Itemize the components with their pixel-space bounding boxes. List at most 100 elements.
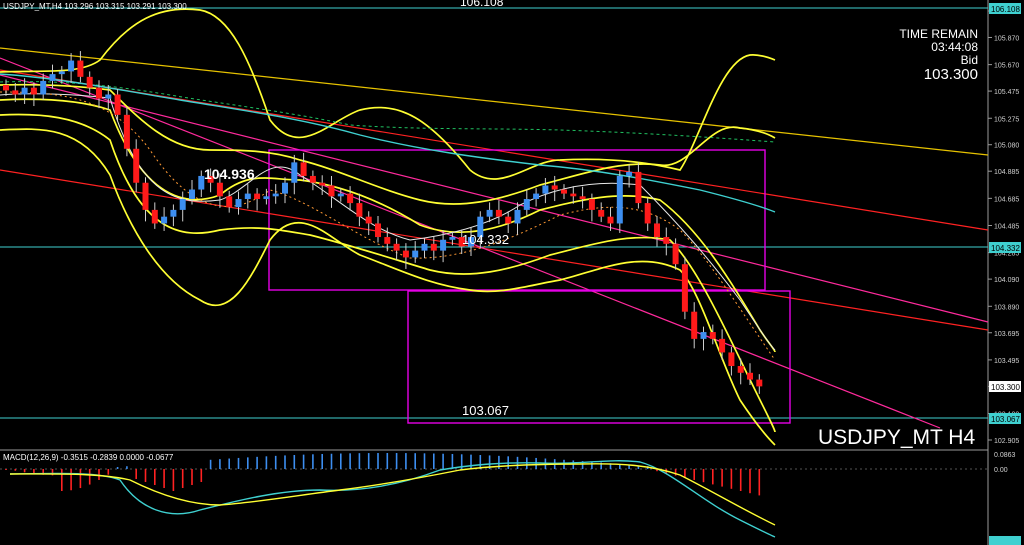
axis-tag-top-text: 106.108 xyxy=(991,5,1020,14)
macd-bar xyxy=(358,453,361,469)
candle-bear xyxy=(365,216,372,224)
candle-bear xyxy=(402,250,409,258)
macd-bar xyxy=(758,469,761,496)
macd-bar xyxy=(749,469,751,494)
macd-bar xyxy=(154,469,156,485)
macd-bar xyxy=(126,466,128,469)
price-axis-label: 105.870 xyxy=(994,35,1019,42)
candle-bull xyxy=(40,80,47,95)
candle-bull xyxy=(616,175,623,224)
candle-bear xyxy=(756,379,763,387)
candle-bull xyxy=(21,87,28,95)
candle-bear xyxy=(319,182,326,186)
macd-bar xyxy=(237,457,240,469)
candle-bear xyxy=(570,193,577,197)
macd-bar xyxy=(572,460,575,469)
macd-bar xyxy=(61,469,63,491)
price-axis-label: 105.275 xyxy=(994,116,1019,123)
candle-bull xyxy=(449,237,456,240)
macd-bar xyxy=(340,453,342,469)
price-axis-label: 102.905 xyxy=(994,438,1019,445)
candle-bear xyxy=(151,209,158,224)
macd-bar xyxy=(172,469,175,491)
macd-bar xyxy=(191,469,193,485)
candle-bear xyxy=(123,114,130,149)
macd-bar xyxy=(163,469,165,488)
macd-axis-label: 0.0863 xyxy=(994,452,1016,459)
candle-bear xyxy=(588,199,595,210)
candle-bear xyxy=(347,193,354,204)
price-axis-label: 103.495 xyxy=(994,358,1019,365)
candle-bear xyxy=(3,84,9,91)
macd-bar xyxy=(674,469,677,476)
macd-bar xyxy=(5,469,7,470)
price-axis-label: 103.695 xyxy=(994,331,1019,338)
box-mid-label: 104.332 xyxy=(462,232,509,247)
macd-bar xyxy=(414,453,416,469)
macd-axis-tag xyxy=(989,536,1021,545)
box-low-label: 103.067 xyxy=(462,403,509,418)
macd-bar xyxy=(219,459,221,469)
candle-bull xyxy=(58,71,65,75)
candle-bull xyxy=(412,250,419,258)
candle-bull xyxy=(179,199,186,210)
candle-bull xyxy=(161,216,168,224)
macd-bar xyxy=(730,469,733,489)
candle-bear xyxy=(672,243,679,265)
macd-bar xyxy=(181,469,184,488)
macd-bar xyxy=(135,469,137,479)
candle-bull xyxy=(421,243,428,251)
symbol-info: USDJPY_MT,H4 103.296 103.315 103.291 103… xyxy=(3,2,187,11)
macd-bar xyxy=(23,469,26,473)
macd-bar xyxy=(88,469,91,485)
price-axis-label: 104.885 xyxy=(994,169,1019,176)
candle-bear xyxy=(551,185,558,190)
macd-info: MACD(12,26,9) -0.3515 -0.2839 0.0000 -0.… xyxy=(3,453,174,462)
box-high-label: 104.936 xyxy=(204,166,255,182)
time-remain-label: TIME REMAIN xyxy=(899,27,978,41)
macd-bar xyxy=(693,469,695,480)
candle-bear xyxy=(133,148,140,183)
candle-bear xyxy=(663,237,670,244)
macd-bar xyxy=(274,455,277,469)
macd-bar xyxy=(284,455,286,469)
candle-bear xyxy=(598,209,605,217)
macd-bar xyxy=(479,455,482,469)
macd-bar xyxy=(265,456,268,469)
macd-bar xyxy=(247,457,249,469)
candle-bear xyxy=(579,196,586,200)
candle-bear xyxy=(328,185,335,197)
axis-tag-current-text: 103.300 xyxy=(991,383,1020,392)
candle-bear xyxy=(375,223,381,238)
candle-bull xyxy=(533,193,540,200)
macd-bar xyxy=(739,469,742,491)
macd-bar xyxy=(405,453,407,469)
candle-bear xyxy=(737,366,744,373)
candle-bear xyxy=(495,209,502,217)
axis-tag-mid-text: 104.332 xyxy=(991,244,1020,253)
macd-bar xyxy=(442,453,444,469)
price-axis-label: 105.080 xyxy=(994,143,1019,150)
candle-bull xyxy=(514,209,521,224)
candle-bull xyxy=(440,239,447,251)
candle-bull xyxy=(189,189,195,200)
candle-bull xyxy=(244,193,251,200)
price-axis-label: 104.090 xyxy=(994,277,1019,284)
candle-bull xyxy=(291,162,298,183)
macd-bar xyxy=(228,458,230,469)
candle-bull xyxy=(68,60,75,72)
candle-bear xyxy=(12,90,19,95)
bid-label: Bid xyxy=(961,53,978,67)
candle-bear xyxy=(430,243,437,251)
candle-bear xyxy=(654,223,660,238)
macd-bar xyxy=(423,453,426,469)
candle-bear xyxy=(356,203,363,217)
macd-axis-label: 0.00 xyxy=(994,467,1008,474)
candle-bear xyxy=(607,216,614,224)
candle-bear xyxy=(30,87,37,95)
macd-bar xyxy=(395,453,398,469)
macd-bar xyxy=(433,453,435,469)
macd-bar xyxy=(14,469,17,471)
candle-bull xyxy=(626,171,633,176)
macd-bar xyxy=(144,469,147,482)
